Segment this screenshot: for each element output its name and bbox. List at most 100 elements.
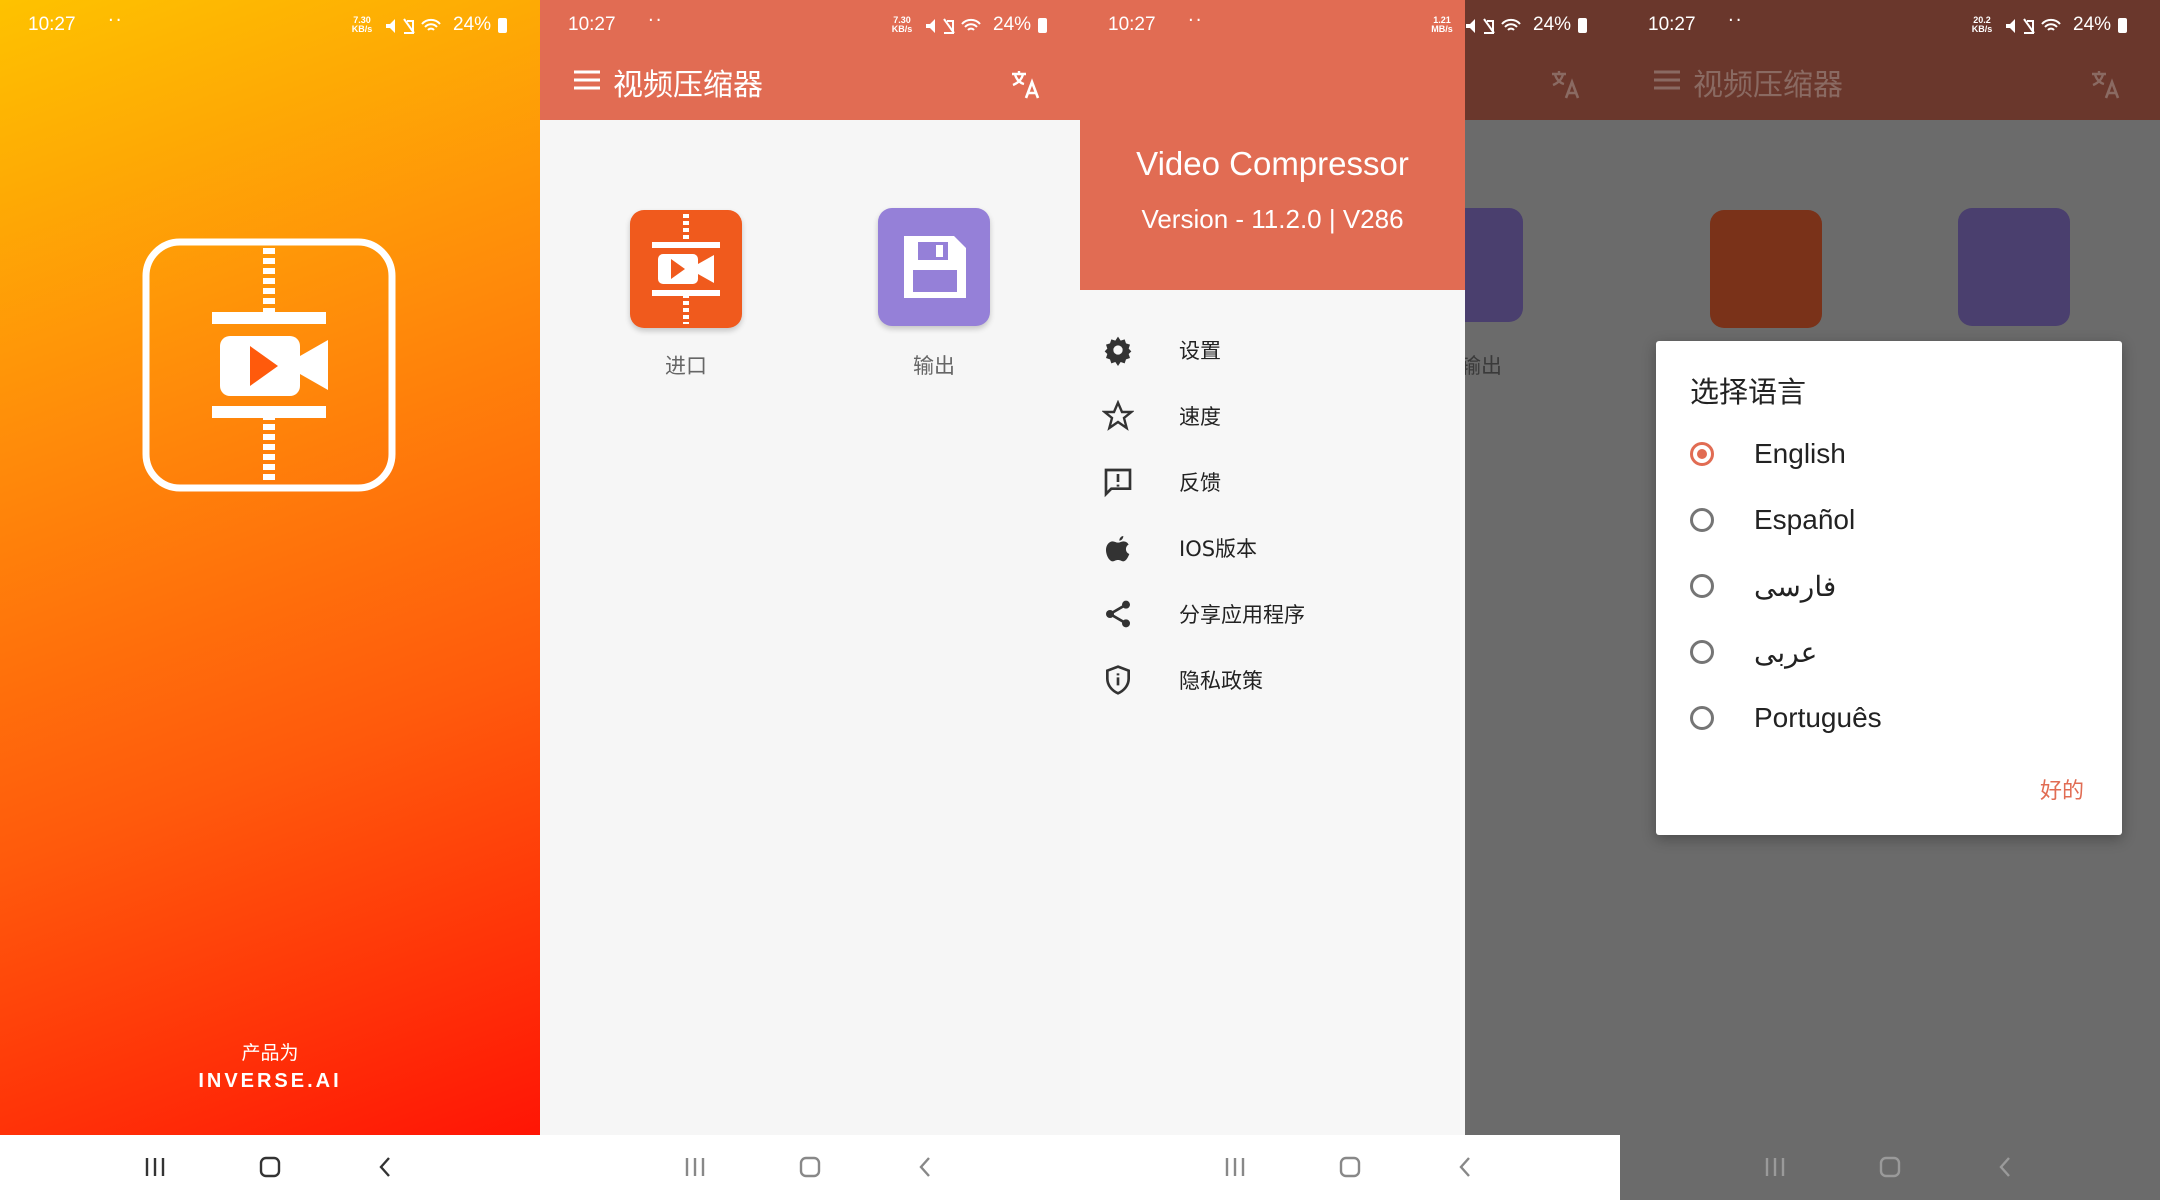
status-icons <box>926 18 981 34</box>
language-dialog: 选择语言 English Español فارسی عربی Portuguê… <box>1656 341 2122 835</box>
drawer-item-label: 反馈 <box>1179 471 1221 495</box>
radio-icon[interactable] <box>1690 574 1714 598</box>
recents-icon[interactable] <box>1223 1155 1247 1179</box>
language-label: Português <box>1754 702 1882 733</box>
drawer-item-feedback[interactable]: 反馈 <box>1080 449 1465 515</box>
feedback-icon <box>1104 468 1132 498</box>
status-time: 10:27 <box>1108 14 1156 35</box>
language-label: عربی <box>1754 637 1818 668</box>
brand-logo: INVERSE.AI <box>0 1070 540 1093</box>
back-icon[interactable] <box>374 1155 398 1179</box>
home-screen: 视频压缩器 进口 输出 10:27 ·· 7.30 KB/s 24% <box>540 0 1080 1200</box>
drawer-item-label: 速度 <box>1179 405 1221 429</box>
translate-icon <box>2092 71 2120 99</box>
battery-icon <box>1578 18 1587 33</box>
notification-dots: ·· <box>1728 10 1744 31</box>
radio-icon[interactable] <box>1690 640 1714 664</box>
save-icon <box>904 236 966 298</box>
back-icon[interactable] <box>914 1155 938 1179</box>
dimmed-output-label: 输出 <box>1460 354 1502 378</box>
drawer-screen: 输出 Video Compressor Version - 11.2.0 | V… <box>1080 0 1620 1200</box>
menu-icon <box>1654 70 1680 90</box>
gear-icon <box>1104 336 1132 366</box>
language-option-persian[interactable]: فارسی <box>1690 560 2110 620</box>
ok-button[interactable]: 好的 <box>2040 773 2084 805</box>
translate-icon[interactable] <box>1010 68 1042 100</box>
battery-percent: 24% <box>2073 14 2112 35</box>
home-icon[interactable] <box>798 1155 822 1179</box>
language-label: Español <box>1754 504 1856 535</box>
battery-icon <box>1038 18 1047 33</box>
drawer-item-label: 隐私政策 <box>1179 669 1263 693</box>
net-speed: 1.21 MB/s <box>1431 15 1453 34</box>
status-icons <box>386 18 441 34</box>
net-speed: 7.30 KB/s <box>351 15 373 34</box>
language-option-spanish[interactable]: Español <box>1690 494 2110 554</box>
brand-name: INVERSE.AI <box>198 1070 342 1092</box>
back-icon[interactable] <box>1994 1155 2018 1179</box>
apple-icon <box>1106 536 1130 562</box>
star-icon <box>1102 400 1134 431</box>
notification-dots: ·· <box>648 10 664 31</box>
dimmed-title: 视频压缩器 <box>1693 68 1843 103</box>
splash-screen: 10:27 ·· 7.30 KB/s 24% 产品为 INVERSE.AI <box>0 0 540 1200</box>
dialog-title: 选择语言 <box>1690 375 1807 409</box>
drawer-header: Video Compressor Version - 11.2.0 | V286 <box>1080 0 1465 290</box>
drawer-item-label: 分享应用程序 <box>1179 603 1305 627</box>
battery-icon <box>2118 18 2127 33</box>
language-option-portuguese[interactable]: Português <box>1690 692 2110 752</box>
import-button[interactable] <box>630 210 742 328</box>
splash-background <box>0 0 540 1135</box>
status-time: 10:27 <box>28 14 76 35</box>
battery-percent: 24% <box>993 14 1032 35</box>
page-title: 视频压缩器 <box>613 68 763 103</box>
compress-video-icon <box>652 214 720 324</box>
status-bar: 10:27 ·· 7.30 KB/s 24% <box>0 0 540 42</box>
drawer-app-name: Video Compressor <box>1136 145 1409 182</box>
system-nav-bar <box>1080 1135 1620 1200</box>
language-option-arabic[interactable]: عربی <box>1690 626 2110 686</box>
radio-icon[interactable] <box>1690 508 1714 532</box>
net-speed: 7.30 KB/s <box>891 15 913 34</box>
system-nav-bar <box>0 1135 540 1200</box>
translate-icon <box>1552 71 1580 99</box>
shield-icon <box>1106 665 1130 695</box>
notification-dots: ·· <box>108 10 124 31</box>
drawer-item-privacy[interactable]: 隐私政策 <box>1080 647 1465 713</box>
battery-icon <box>498 18 507 33</box>
dimmed-import-tile <box>1710 210 1822 328</box>
output-button[interactable] <box>878 208 990 326</box>
status-time: 10:27 <box>1648 14 1696 35</box>
net-speed: 20.2 KB/s <box>1971 15 1993 34</box>
system-nav-bar <box>1620 1135 2160 1200</box>
radio-icon[interactable] <box>1690 706 1714 730</box>
radio-selected-icon[interactable] <box>1690 442 1714 466</box>
system-nav-bar <box>540 1135 1080 1200</box>
drawer-item-rate[interactable]: 速度 <box>1080 383 1465 449</box>
drawer-item-ios[interactable]: IOS版本 <box>1080 515 1465 581</box>
menu-icon[interactable] <box>574 70 600 90</box>
home-icon[interactable] <box>1878 1155 1902 1179</box>
battery-percent: 24% <box>453 14 492 35</box>
language-option-english[interactable]: English <box>1690 428 2110 488</box>
recents-icon[interactable] <box>143 1155 167 1179</box>
drawer-item-label: IOS版本 <box>1179 537 1258 561</box>
status-bar: 10:27 ·· 7.30 KB/s 24% <box>540 0 1080 42</box>
main-content: 进口 输出 <box>540 120 1080 1135</box>
home-icon[interactable] <box>258 1155 282 1179</box>
back-icon[interactable] <box>1454 1155 1478 1179</box>
dimmed-output-tile <box>1465 208 1523 322</box>
app-logo-icon <box>142 238 396 492</box>
notification-dots: ·· <box>1188 10 1204 31</box>
status-icons <box>1466 18 1521 34</box>
recents-icon[interactable] <box>683 1155 707 1179</box>
status-time: 10:27 <box>568 14 616 35</box>
recents-icon[interactable] <box>1763 1155 1787 1179</box>
output-label: 输出 <box>913 354 955 378</box>
share-icon <box>1106 600 1130 628</box>
language-label: English <box>1754 438 1846 469</box>
home-icon[interactable] <box>1338 1155 1362 1179</box>
battery-percent: 24% <box>1533 14 1572 35</box>
drawer-item-share[interactable]: 分享应用程序 <box>1080 581 1465 647</box>
drawer-item-settings[interactable]: 设置 <box>1080 317 1465 383</box>
